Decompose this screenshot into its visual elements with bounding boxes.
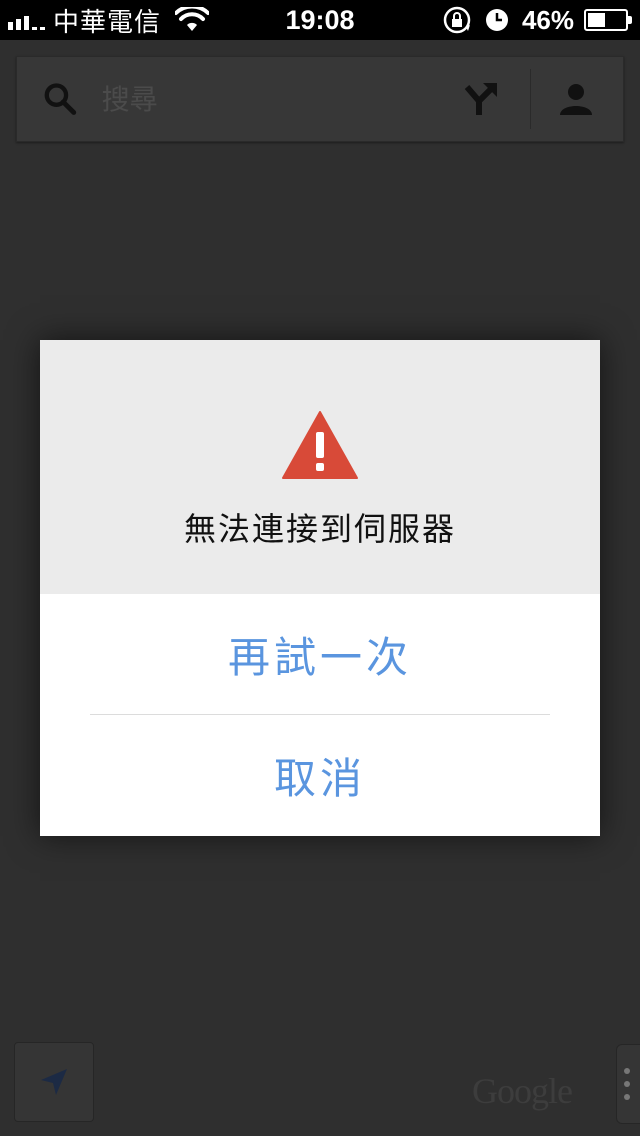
dialog-message: 無法連接到伺服器 bbox=[183, 510, 456, 548]
status-bar: 中華電信 19:08 46% bbox=[0, 0, 640, 40]
carrier-name: 中華電信 bbox=[53, 6, 162, 37]
google-logo: Google bbox=[472, 1071, 573, 1111]
alarm-clock-icon bbox=[485, 9, 508, 31]
status-indicators: 46% bbox=[442, 4, 632, 36]
rotation-lock-icon bbox=[443, 6, 471, 34]
wifi-icon bbox=[175, 7, 210, 31]
profile-button[interactable] bbox=[545, 69, 607, 129]
menu-dot-icon bbox=[624, 1094, 630, 1100]
directions-icon bbox=[465, 83, 498, 115]
retry-button[interactable]: 再試一次 bbox=[40, 594, 600, 714]
error-dialog: 無法連接到伺服器 再試一次 取消 bbox=[40, 340, 600, 836]
menu-dot-icon bbox=[624, 1068, 630, 1074]
battery-percentage: 46% bbox=[521, 4, 574, 35]
app-screen: 中華電信 19:08 46% 搜尋 Google 無法連接到伺服器 再試一次 取… bbox=[0, 0, 640, 1136]
dialog-header: 無法連接到伺服器 bbox=[40, 340, 600, 594]
search-bar bbox=[16, 56, 624, 142]
my-location-button[interactable] bbox=[14, 1042, 94, 1122]
warning-icon bbox=[282, 411, 358, 479]
cancel-button[interactable]: 取消 bbox=[40, 715, 600, 835]
location-arrow-icon bbox=[41, 1069, 67, 1095]
search-input[interactable] bbox=[101, 74, 451, 124]
toolbar-divider bbox=[530, 69, 532, 129]
signal-strength-icon bbox=[8, 10, 45, 30]
side-menu-handle[interactable] bbox=[616, 1044, 640, 1124]
menu-dot-icon bbox=[624, 1081, 630, 1087]
search-icon[interactable] bbox=[41, 79, 80, 119]
battery-icon bbox=[584, 9, 632, 31]
directions-button[interactable] bbox=[451, 69, 513, 129]
person-icon bbox=[560, 84, 593, 115]
